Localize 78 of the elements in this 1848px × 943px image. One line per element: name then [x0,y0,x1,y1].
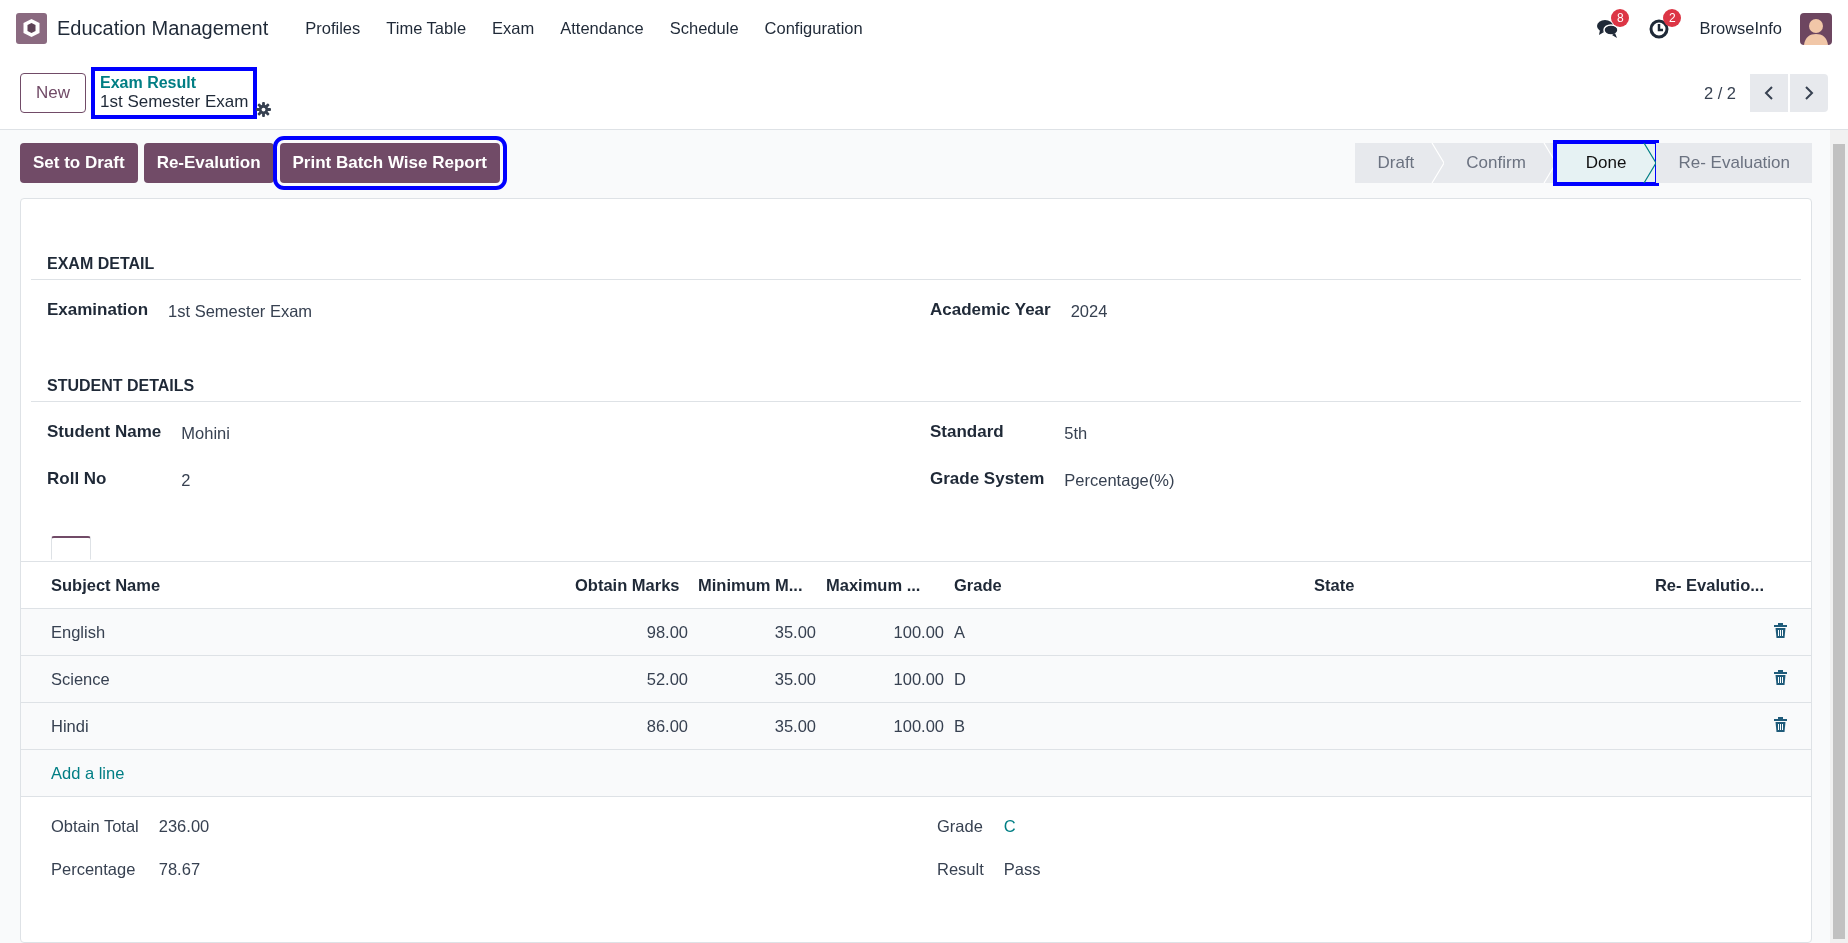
user-name[interactable]: BrowseInfo [1699,19,1782,38]
table-cell: English [21,608,570,656]
trash-icon[interactable] [1774,669,1787,685]
breadcrumb-link[interactable]: Exam Result [100,74,249,92]
table-cell: Hindi [21,702,570,750]
table-cell: 98.00 [570,608,693,656]
menu-item[interactable]: Schedule [656,19,752,38]
field-label: Grade [937,816,984,836]
field-label: Examination [47,300,149,321]
field-value: 1st Semester Exam [168,301,314,321]
menu-item[interactable]: Attendance [547,19,657,38]
field-label: Roll No [47,469,108,490]
scrollbar[interactable] [1830,130,1848,943]
section-title: STUDENT DETAILS [31,377,1801,402]
table-cell: Science [21,655,570,703]
field-label: Obtain Total [51,816,139,836]
column-header[interactable]: Minimum M... [693,562,821,609]
field-link[interactable]: C [1003,815,1811,836]
trash-icon[interactable] [1774,622,1787,638]
next-button[interactable] [1790,74,1828,112]
table-cell: 35.00 [693,608,821,656]
column-header[interactable]: Maximum ... [821,562,949,609]
notification-badge: 2 [1663,8,1682,27]
field-value: Mohini [181,423,231,443]
field-label: Student Name [47,422,162,443]
column-header[interactable]: State [1309,562,1639,609]
table-cell: 35.00 [693,702,821,750]
field-value: 236.00 [158,816,211,836]
notification-badge: 8 [1611,8,1630,27]
field-value: 2024 [1070,301,1109,321]
app-logo-icon[interactable] [16,13,47,44]
column-header[interactable]: Grade [949,562,1309,609]
status-stage[interactable]: Confirm [1444,143,1556,183]
field-value: 78.67 [158,859,202,879]
table-cell: B [949,702,1309,750]
field-value: 2 [181,470,192,490]
column-header[interactable]: Re- Evalutio... [1639,562,1769,609]
field-value: Percentage(%) [1064,470,1176,490]
action-button[interactable]: Set to Draft [20,143,138,183]
record-title: 1st Semester Exam [100,92,249,112]
table-cell: 100.00 [821,608,949,656]
table-cell: 100.00 [821,655,949,703]
avatar-icon[interactable] [1800,12,1832,45]
pager-count: 2 / 2 [1703,83,1736,103]
field-label: Grade System [930,469,1045,490]
chevron-right-icon [1804,85,1814,101]
app-name[interactable]: Education Management [57,17,269,40]
menu-item[interactable]: Profiles [292,19,374,38]
add-line-link[interactable]: Add a line [51,763,125,783]
new-button[interactable]: New [20,73,86,113]
table-cell: A [949,608,1309,656]
field-label: Percentage [51,859,137,879]
chevron-divider-icon [1643,143,1658,183]
menu-item[interactable]: Exam [479,19,548,38]
previous-button[interactable] [1750,74,1788,112]
table-cell: 100.00 [821,702,949,750]
action-button[interactable]: Re-Evalution [143,143,274,183]
gear-icon[interactable] [256,102,272,117]
status-stage[interactable]: Done [1555,143,1657,183]
field-value: Pass [1003,859,1042,879]
chevron-divider-icon [1431,143,1446,183]
chevron-left-icon [1764,85,1774,101]
clock-icon[interactable] [1649,18,1670,39]
section-title: EXAM DETAIL [31,255,1801,280]
table-cell: 35.00 [693,655,821,703]
menu-item[interactable]: Configuration [751,19,876,38]
column-header[interactable]: Subject Name [21,562,570,609]
field-value: 5th [1064,423,1089,443]
table-cell: 86.00 [570,702,693,750]
trash-icon[interactable] [1774,716,1787,732]
table-cell: 52.00 [570,655,693,703]
field-label: Standard [930,422,1005,443]
menu-item[interactable]: Time Table [373,19,480,38]
table-cell: D [949,655,1309,703]
field-label: Academic Year [930,300,1051,321]
notebook-tab[interactable] [51,536,91,560]
column-header[interactable]: Obtain Marks [570,562,693,609]
field-label: Result [937,859,984,879]
